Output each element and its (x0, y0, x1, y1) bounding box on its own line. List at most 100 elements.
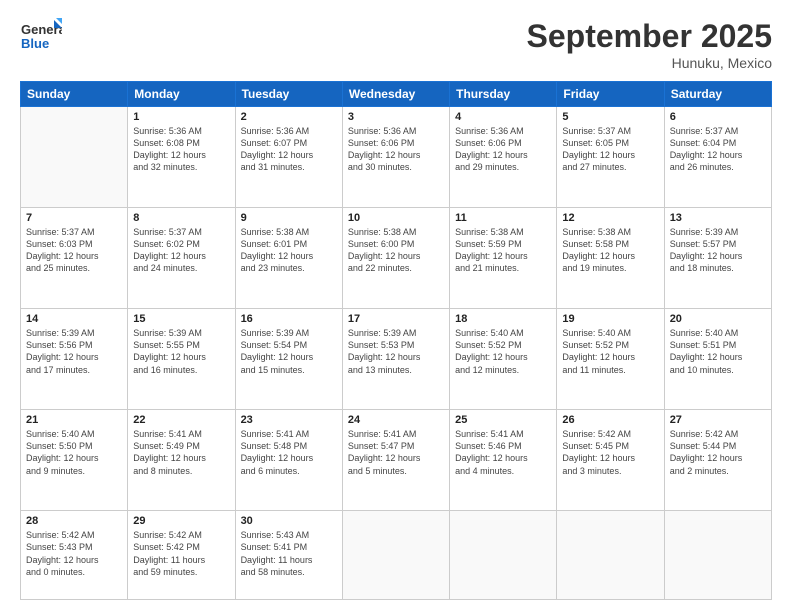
week-row-5: 28 Sunrise: 5:42 AM Sunset: 5:43 PM Dayli… (21, 511, 772, 600)
day-info: Sunrise: 5:38 AM Sunset: 6:00 PM Dayligh… (348, 226, 444, 275)
day-info: Sunrise: 5:39 AM Sunset: 5:53 PM Dayligh… (348, 327, 444, 376)
day-info: Sunrise: 5:42 AM Sunset: 5:44 PM Dayligh… (670, 428, 766, 477)
day-number: 22 (133, 414, 229, 426)
day-number: 6 (670, 111, 766, 123)
day-cell (21, 107, 128, 208)
day-number: 18 (455, 313, 551, 325)
day-number: 25 (455, 414, 551, 426)
day-info: Sunrise: 5:42 AM Sunset: 5:42 PM Dayligh… (133, 529, 229, 578)
day-info: Sunrise: 5:40 AM Sunset: 5:52 PM Dayligh… (562, 327, 658, 376)
day-info: Sunrise: 5:38 AM Sunset: 5:58 PM Dayligh… (562, 226, 658, 275)
day-cell: 18 Sunrise: 5:40 AM Sunset: 5:52 PM Dayli… (450, 309, 557, 410)
day-cell: 13 Sunrise: 5:39 AM Sunset: 5:57 PM Dayli… (664, 208, 771, 309)
day-cell: 20 Sunrise: 5:40 AM Sunset: 5:51 PM Dayli… (664, 309, 771, 410)
day-info: Sunrise: 5:37 AM Sunset: 6:02 PM Dayligh… (133, 226, 229, 275)
day-info: Sunrise: 5:36 AM Sunset: 6:06 PM Dayligh… (455, 125, 551, 174)
day-number: 9 (241, 212, 337, 224)
day-number: 20 (670, 313, 766, 325)
day-cell: 28 Sunrise: 5:42 AM Sunset: 5:43 PM Dayli… (21, 511, 128, 600)
day-number: 4 (455, 111, 551, 123)
day-info: Sunrise: 5:39 AM Sunset: 5:54 PM Dayligh… (241, 327, 337, 376)
day-number: 14 (26, 313, 122, 325)
day-number: 17 (348, 313, 444, 325)
day-cell: 1 Sunrise: 5:36 AM Sunset: 6:08 PM Daylig… (128, 107, 235, 208)
day-number: 26 (562, 414, 658, 426)
day-cell: 25 Sunrise: 5:41 AM Sunset: 5:46 PM Dayli… (450, 410, 557, 511)
day-number: 15 (133, 313, 229, 325)
day-info: Sunrise: 5:36 AM Sunset: 6:06 PM Dayligh… (348, 125, 444, 174)
day-number: 3 (348, 111, 444, 123)
day-cell (450, 511, 557, 600)
day-cell: 2Sunrise: 5:36 AM Sunset: 6:07 PM Daylig… (235, 107, 342, 208)
day-header-sunday: Sunday (21, 82, 128, 107)
day-cell: 29 Sunrise: 5:42 AM Sunset: 5:42 PM Dayli… (128, 511, 235, 600)
week-row-2: 7 Sunrise: 5:37 AM Sunset: 6:03 PM Daylig… (21, 208, 772, 309)
day-info: Sunrise: 5:41 AM Sunset: 5:47 PM Dayligh… (348, 428, 444, 477)
day-number: 7 (26, 212, 122, 224)
day-cell: 10Sunrise: 5:38 AM Sunset: 6:00 PM Dayli… (342, 208, 449, 309)
location: Hunuku, Mexico (527, 55, 772, 71)
day-header-saturday: Saturday (664, 82, 771, 107)
day-number: 29 (133, 515, 229, 527)
day-header-friday: Friday (557, 82, 664, 107)
day-cell: 4 Sunrise: 5:36 AM Sunset: 6:06 PM Daylig… (450, 107, 557, 208)
day-number: 23 (241, 414, 337, 426)
day-cell (664, 511, 771, 600)
day-cell: 26 Sunrise: 5:42 AM Sunset: 5:45 PM Dayli… (557, 410, 664, 511)
day-number: 30 (241, 515, 337, 527)
day-number: 1 (133, 111, 229, 123)
day-number: 28 (26, 515, 122, 527)
day-info: Sunrise: 5:39 AM Sunset: 5:55 PM Dayligh… (133, 327, 229, 376)
day-cell: 17 Sunrise: 5:39 AM Sunset: 5:53 PM Dayli… (342, 309, 449, 410)
day-cell: 21Sunrise: 5:40 AM Sunset: 5:50 PM Dayli… (21, 410, 128, 511)
logo: General Blue (20, 18, 62, 56)
day-cell: 23 Sunrise: 5:41 AM Sunset: 5:48 PM Dayli… (235, 410, 342, 511)
day-number: 21 (26, 414, 122, 426)
title-block: September 2025 Hunuku, Mexico (527, 18, 772, 71)
day-cell: 7 Sunrise: 5:37 AM Sunset: 6:03 PM Daylig… (21, 208, 128, 309)
week-row-4: 21Sunrise: 5:40 AM Sunset: 5:50 PM Dayli… (21, 410, 772, 511)
day-cell: 15 Sunrise: 5:39 AM Sunset: 5:55 PM Dayli… (128, 309, 235, 410)
day-number: 16 (241, 313, 337, 325)
day-number: 27 (670, 414, 766, 426)
month-title: September 2025 (527, 18, 772, 55)
day-info: Sunrise: 5:39 AM Sunset: 5:56 PM Dayligh… (26, 327, 122, 376)
day-info: Sunrise: 5:42 AM Sunset: 5:43 PM Dayligh… (26, 529, 122, 578)
day-info: Sunrise: 5:37 AM Sunset: 6:03 PM Dayligh… (26, 226, 122, 275)
day-cell: 16 Sunrise: 5:39 AM Sunset: 5:54 PM Dayli… (235, 309, 342, 410)
day-cell: 27 Sunrise: 5:42 AM Sunset: 5:44 PM Dayli… (664, 410, 771, 511)
day-info: Sunrise: 5:40 AM Sunset: 5:51 PM Dayligh… (670, 327, 766, 376)
day-header-tuesday: Tuesday (235, 82, 342, 107)
logo-svg: General Blue (20, 18, 62, 56)
day-cell: 24Sunrise: 5:41 AM Sunset: 5:47 PM Dayli… (342, 410, 449, 511)
day-info: Sunrise: 5:37 AM Sunset: 6:04 PM Dayligh… (670, 125, 766, 174)
page: General Blue September 2025 Hunuku, Mexi… (0, 0, 792, 612)
day-info: Sunrise: 5:39 AM Sunset: 5:57 PM Dayligh… (670, 226, 766, 275)
header: General Blue September 2025 Hunuku, Mexi… (20, 18, 772, 71)
day-number: 5 (562, 111, 658, 123)
calendar: SundayMondayTuesdayWednesdayThursdayFrid… (20, 81, 772, 600)
day-number: 19 (562, 313, 658, 325)
day-cell: 5 Sunrise: 5:37 AM Sunset: 6:05 PM Daylig… (557, 107, 664, 208)
day-cell: 9Sunrise: 5:38 AM Sunset: 6:01 PM Daylig… (235, 208, 342, 309)
day-number: 8 (133, 212, 229, 224)
day-info: Sunrise: 5:40 AM Sunset: 5:52 PM Dayligh… (455, 327, 551, 376)
day-info: Sunrise: 5:37 AM Sunset: 6:05 PM Dayligh… (562, 125, 658, 174)
day-cell: 14 Sunrise: 5:39 AM Sunset: 5:56 PM Dayli… (21, 309, 128, 410)
day-info: Sunrise: 5:41 AM Sunset: 5:48 PM Dayligh… (241, 428, 337, 477)
day-cell: 6 Sunrise: 5:37 AM Sunset: 6:04 PM Daylig… (664, 107, 771, 208)
day-cell (557, 511, 664, 600)
day-info: Sunrise: 5:41 AM Sunset: 5:49 PM Dayligh… (133, 428, 229, 477)
day-number: 12 (562, 212, 658, 224)
day-number: 11 (455, 212, 551, 224)
svg-text:Blue: Blue (21, 36, 49, 51)
day-cell: 30Sunrise: 5:43 AM Sunset: 5:41 PM Dayli… (235, 511, 342, 600)
day-header-wednesday: Wednesday (342, 82, 449, 107)
day-info: Sunrise: 5:36 AM Sunset: 6:08 PM Dayligh… (133, 125, 229, 174)
day-number: 13 (670, 212, 766, 224)
day-info: Sunrise: 5:42 AM Sunset: 5:45 PM Dayligh… (562, 428, 658, 477)
day-info: Sunrise: 5:41 AM Sunset: 5:46 PM Dayligh… (455, 428, 551, 477)
day-cell: 22 Sunrise: 5:41 AM Sunset: 5:49 PM Dayli… (128, 410, 235, 511)
day-header-monday: Monday (128, 82, 235, 107)
day-cell: 19 Sunrise: 5:40 AM Sunset: 5:52 PM Dayli… (557, 309, 664, 410)
